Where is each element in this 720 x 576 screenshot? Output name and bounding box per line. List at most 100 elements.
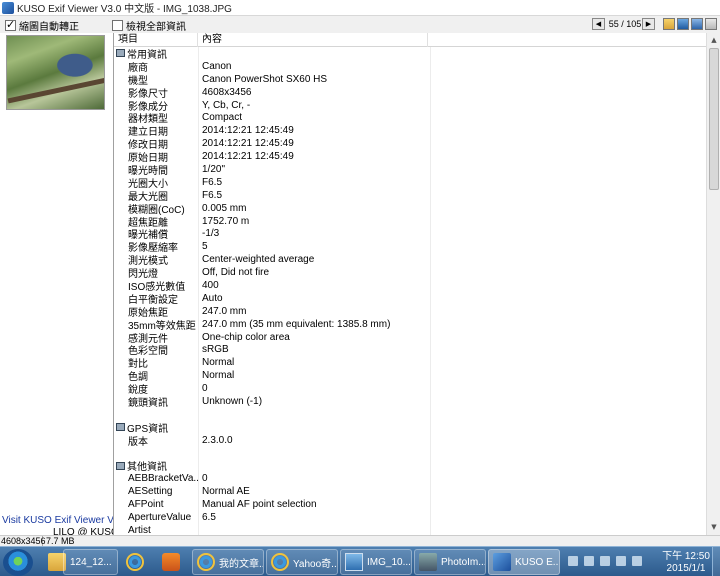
column-divider — [430, 523, 431, 535]
column-divider — [430, 59, 431, 73]
table-row[interactable]: 曝光時間 1/20" — [114, 163, 706, 177]
exif-table: 項目 內容 常用資訊 廠商 Canon 機型 Canon PowerShot SX60 … — [113, 33, 706, 535]
row-value: Normal AE — [202, 486, 250, 498]
row-item: AFPoint — [128, 499, 164, 511]
export-icon[interactable] — [691, 18, 703, 30]
table-row[interactable]: 器材類型 Compact — [114, 111, 706, 125]
row-value: 0.005 mm — [202, 202, 247, 214]
table-row[interactable]: 對比 Normal — [114, 356, 706, 370]
system-tray — [566, 553, 656, 571]
row-value: 2014:12:21 12:45:49 — [202, 138, 294, 150]
table-row[interactable]: 銳度 0 — [114, 382, 706, 396]
open-folder-icon[interactable] — [663, 18, 675, 30]
checkbox-checked-icon[interactable] — [5, 18, 16, 32]
table-row[interactable]: 白平衡設定 Auto — [114, 291, 706, 306]
settings-icon[interactable] — [705, 18, 717, 30]
row-value: Manual AF point selection — [202, 499, 317, 511]
column-header-item[interactable]: 項目 — [114, 33, 198, 47]
table-row[interactable]: 原始日期 2014:12:21 12:45:49 — [114, 150, 706, 164]
table-section-row[interactable]: 常用資訊 — [114, 47, 706, 61]
table-row[interactable]: 影像成分 Y, Cb, Cr, - — [114, 98, 706, 113]
table-row[interactable]: AFPoint Manual AF point selection — [114, 498, 706, 512]
checkbox-unchecked-icon[interactable] — [112, 19, 123, 31]
table-row[interactable]: ApertureValue 6.5 — [114, 511, 706, 524]
table-row[interactable]: 建立日期 2014:12:21 12:45:49 — [114, 124, 706, 138]
table-row[interactable]: 曝光補償 -1/3 — [114, 227, 706, 241]
taskbar-item-kuso[interactable]: KUSO E... — [488, 549, 560, 575]
table-section-row[interactable]: 其他資訊 — [114, 459, 706, 473]
table-section-row[interactable]: GPS資訊 — [114, 420, 706, 435]
row-value: Compact — [202, 112, 243, 124]
auto-fit-checkbox[interactable]: 縮圖自動轉正 — [5, 18, 79, 33]
taskbar-item-label: 124_12... — [70, 556, 112, 568]
thumbnail-image[interactable] — [6, 35, 105, 110]
clock[interactable]: 下午 12:50 2015/1/1 — [656, 551, 716, 575]
tray-monitor-icon[interactable] — [616, 556, 626, 566]
start-button-icon[interactable] — [3, 549, 33, 576]
row-value: 0 — [202, 383, 208, 395]
image-counter: 55 / 105 — [608, 19, 642, 29]
tray-flag-icon[interactable] — [600, 556, 610, 566]
table-row[interactable]: Artist — [114, 523, 706, 535]
taskbar-item-image[interactable]: IMG_10... — [340, 549, 412, 575]
row-item: AEBBracketVa... — [128, 473, 199, 485]
row-value: Off, Did not fire — [202, 267, 270, 279]
column-header-content[interactable]: 內容 — [198, 33, 428, 47]
row-value: Auto — [202, 292, 223, 304]
table-row[interactable]: 鏡頭資訊 Unknown (-1) — [114, 395, 706, 409]
pinned-media[interactable] — [153, 549, 189, 575]
status-dimensions: 4608x3456 — [1, 536, 46, 546]
clock-date: 2015/1/1 — [666, 563, 706, 574]
table-row[interactable]: ISO感光數值 400 — [114, 279, 706, 293]
left-panel: Visit KUSO Exif Viewer V3.0 LILO @ KUSO.… — [0, 33, 132, 538]
table-row[interactable]: 版本 2.3.0.0 — [114, 433, 706, 448]
table-row[interactable]: 35mm等效焦距 247.0 mm (35 mm equivalent: 1385… — [114, 317, 706, 332]
table-row[interactable]: AESetting Normal AE — [114, 485, 706, 499]
visit-link[interactable]: Visit KUSO Exif Viewer V3.0 — [2, 515, 128, 526]
scrollbar-thumb[interactable] — [709, 48, 719, 190]
table-row[interactable] — [114, 407, 706, 421]
row-value: Canon PowerShot SX60 HS — [202, 73, 328, 85]
table-row[interactable]: 模糊圈(CoC) 0.005 mm — [114, 201, 706, 216]
taskbar-item-ie-article[interactable]: 我的文章... — [192, 549, 264, 575]
pinned-ie[interactable] — [117, 549, 153, 575]
table-row[interactable]: 影像尺寸 4608x3456 — [114, 85, 706, 100]
thumbnail-branch — [7, 77, 104, 104]
table-row[interactable]: 光圈大小 F6.5 — [114, 175, 706, 190]
tray-network-icon[interactable] — [584, 556, 594, 566]
column-divider — [430, 511, 431, 524]
prev-image-button[interactable]: ◀ — [592, 18, 605, 30]
taskbar-item-ie-yahoo[interactable]: Yahoo奇... — [266, 549, 338, 575]
table-row[interactable]: 影像壓縮率 5 — [114, 240, 706, 254]
table-row[interactable]: 色調 Normal — [114, 369, 706, 383]
save-icon[interactable] — [677, 18, 689, 30]
column-divider — [198, 459, 199, 473]
show-desktop-button[interactable] — [712, 547, 720, 576]
column-divider — [198, 395, 199, 408]
next-image-button[interactable]: ▶ — [642, 18, 655, 30]
show-all-checkbox[interactable]: 檢視全部資訊 — [112, 18, 186, 33]
table-row[interactable]: 原始焦距 247.0 mm — [114, 304, 706, 319]
taskbar-item-photoimpact[interactable]: PhotoIm... — [414, 549, 486, 575]
column-divider — [430, 124, 431, 138]
table-row[interactable]: 最大光圈 F6.5 — [114, 188, 706, 203]
table-row[interactable]: 超焦距離 1752.70 m — [114, 214, 706, 229]
scroll-up-icon[interactable]: ▲ — [708, 34, 720, 46]
table-row[interactable]: 修改日期 2014:12:21 12:45:49 — [114, 137, 706, 151]
tray-volume-icon[interactable] — [632, 556, 642, 566]
taskbar-item-folder[interactable]: 124_12... — [63, 549, 118, 575]
column-header-spacer — [428, 33, 706, 47]
tray-chevron-icon[interactable] — [568, 556, 578, 566]
table-row[interactable]: 廠商 Canon — [114, 59, 706, 74]
vertical-scrollbar[interactable]: ▲ ▼ — [706, 33, 720, 535]
table-row[interactable]: 閃光燈 Off, Did not fire — [114, 266, 706, 280]
scroll-down-icon[interactable]: ▼ — [708, 521, 720, 533]
column-divider — [430, 330, 431, 344]
table-row[interactable]: 機型 Canon PowerShot SX60 HS — [114, 72, 706, 87]
table-row[interactable]: AEBBracketVa... 0 — [114, 472, 706, 486]
row-value: 2.3.0.0 — [202, 434, 233, 446]
table-row[interactable]: 感測元件 One-chip color area — [114, 330, 706, 345]
table-row[interactable]: 測光模式 Center-weighted average — [114, 253, 706, 267]
table-row[interactable]: 色彩空間 sRGB — [114, 343, 706, 357]
table-row[interactable] — [114, 446, 706, 460]
